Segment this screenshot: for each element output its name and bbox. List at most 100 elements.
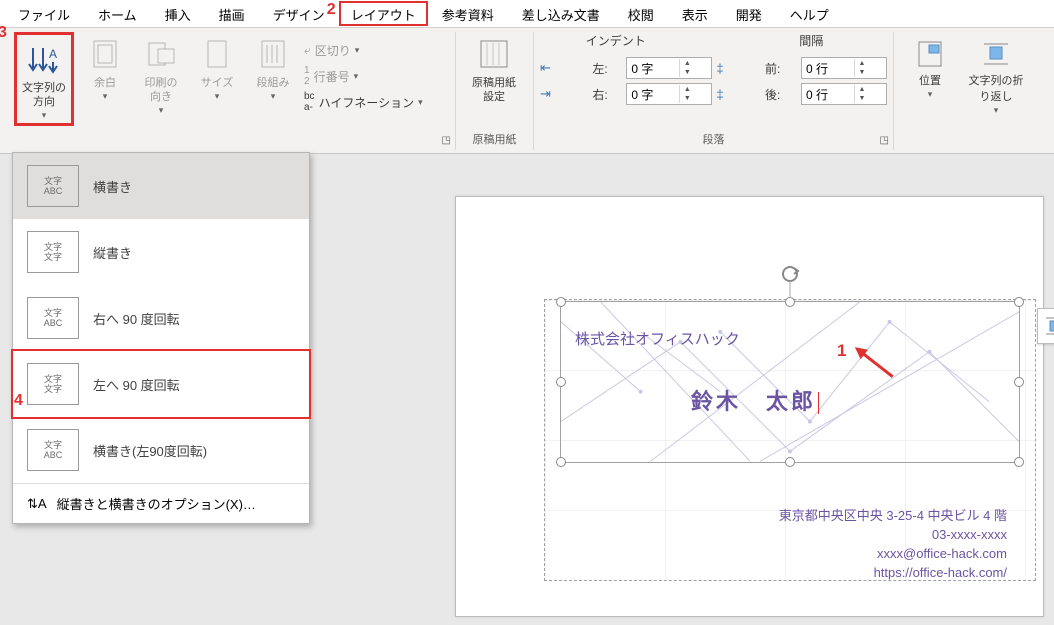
indent-left-icon: ⇤: [540, 60, 588, 76]
preview-horizontal-icon: 文字 ABC: [27, 165, 79, 207]
email-text: xxxx@office-hack.com: [779, 544, 1007, 563]
spacing-before-input[interactable]: ▲▼: [801, 57, 887, 79]
name-text[interactable]: 鈴木 太郎: [691, 384, 819, 416]
preview-horizontal-rotated-icon: 文字 ABC: [27, 429, 79, 471]
text-direction-button-highlight: A 文字列の 方向 ▾: [14, 32, 74, 126]
size-label: サイズ: [192, 76, 242, 90]
spacing-header: 間隔: [744, 32, 880, 49]
orientation-button[interactable]: 印刷の 向き▾: [136, 32, 186, 116]
genko-group-label: 原稿用紙: [456, 131, 533, 150]
text-direction-rotate-left[interactable]: 文字 文字 左へ 90 度回転: [11, 349, 311, 419]
tab-insert[interactable]: 挿入: [151, 1, 205, 27]
rotate-handle[interactable]: [778, 264, 802, 303]
hyphenation-label: ハイフネーション: [319, 94, 415, 111]
preview-rotate-left-icon: 文字 文字: [27, 363, 79, 405]
position-button[interactable]: 位置▾: [900, 32, 960, 100]
spacing-after-input[interactable]: ▲▼: [801, 83, 887, 105]
text-direction-rotate-left-label: 左へ 90 度回転: [93, 375, 180, 394]
text-direction-button[interactable]: A 文字列の 方向 ▾: [19, 37, 69, 121]
group-genko: 原稿用紙 設定 原稿用紙: [456, 32, 534, 150]
annotation-4: 4: [14, 392, 23, 410]
wrap-text-button[interactable]: 文字列の折 り返し▾: [966, 32, 1026, 116]
wrap-text-icon: [966, 36, 1026, 72]
orientation-label: 印刷の 向き: [136, 76, 186, 104]
text-direction-horizontal[interactable]: 文字 ABC 横書き: [13, 153, 309, 219]
text-direction-label: 文字列の 方向: [19, 81, 69, 109]
mesh-background: [561, 302, 1019, 462]
margins-label: 余白: [80, 76, 130, 90]
spacing-before-label: 前:: [765, 60, 797, 77]
tab-developer[interactable]: 開発: [722, 1, 776, 27]
breaks-icon: ⤶: [304, 43, 311, 58]
breaks-button[interactable]: ⤶ 区切り ▾: [304, 38, 423, 62]
orientation-icon: [140, 36, 182, 72]
indent-right-label: 右:: [592, 86, 622, 103]
text-direction-options-label: 縦書きと横書きのオプション(X)…: [57, 494, 256, 513]
spacing-after-value[interactable]: [802, 87, 854, 101]
indent-right-input[interactable]: ▲▼: [626, 83, 712, 105]
annotation-3: 3: [0, 24, 7, 42]
spin-up[interactable]: ▲: [680, 85, 694, 94]
tab-home[interactable]: ホーム: [84, 1, 151, 27]
breaks-label: 区切り: [315, 42, 351, 59]
spacing-after-label: 後:: [765, 86, 797, 103]
tab-layout[interactable]: 2 レイアウト: [339, 1, 428, 26]
position-icon: [900, 36, 960, 72]
ribbon-body: 3 A 文字列の 方向 ▾: [0, 28, 1054, 154]
spin-down[interactable]: ▼: [680, 94, 694, 103]
page-setup-small-rows: ⤶ 区切り ▾ 12 行番号 ▾ bca- ハイフネーション ▾: [304, 38, 423, 114]
preview-rotate-right-icon: 文字 ABC: [27, 297, 79, 339]
text-direction-rotate-right-label: 右へ 90 度回転: [93, 309, 180, 328]
genko-label: 原稿用紙 設定: [462, 76, 526, 104]
text-cursor: [818, 392, 819, 414]
size-icon: [196, 36, 238, 72]
columns-button[interactable]: 段組み▾: [248, 32, 298, 102]
layout-options-button[interactable]: [1037, 308, 1054, 344]
name-text-value: 鈴木 太郎: [691, 389, 816, 414]
spacing-before-value[interactable]: [802, 61, 854, 75]
position-label: 位置: [900, 72, 960, 88]
indent-left-value[interactable]: [627, 61, 679, 75]
genko-button[interactable]: 原稿用紙 設定: [462, 32, 526, 104]
margins-icon: [84, 36, 126, 72]
tab-view[interactable]: 表示: [668, 1, 722, 27]
spin-up[interactable]: ▲: [855, 85, 869, 94]
page-setup-dialog-launcher[interactable]: ◳: [442, 135, 451, 146]
paragraph-dialog-launcher[interactable]: ◳: [880, 135, 889, 146]
text-direction-horizontal-rotated-label: 横書き(左90度回転): [93, 441, 207, 460]
hyphenation-button[interactable]: bca- ハイフネーション ▾: [304, 90, 423, 114]
tab-file[interactable]: ファイル: [4, 1, 84, 27]
paragraph-group-label: 段落: [534, 131, 893, 150]
tab-help[interactable]: ヘルプ: [776, 1, 843, 27]
spin-down[interactable]: ▼: [855, 94, 869, 103]
group-arrange: 位置▾ 文字列の折 り返し▾: [894, 32, 1032, 150]
tab-draw[interactable]: 描画: [205, 1, 259, 27]
text-direction-rotate-right[interactable]: 文字 ABC 右へ 90 度回転: [13, 285, 309, 351]
margins-button[interactable]: 余白▾: [80, 32, 130, 102]
group-paragraph: インデント 間隔 ⇤ 左: ▲▼ ‡ 前: ▲▼ ⇥ 右: ▲▼ ‡ 後:: [534, 32, 894, 150]
name-textbox[interactable]: 株式会社オフィスハック 鈴木 太郎 東京都中央区中央 3-25-4 中央ビル 4…: [560, 301, 1020, 463]
document-canvas[interactable]: 株式会社オフィスハック 鈴木 太郎 東京都中央区中央 3-25-4 中央ビル 4…: [455, 196, 1044, 617]
tab-review[interactable]: 校閲: [614, 1, 668, 27]
tab-mailings[interactable]: 差し込み文書: [508, 1, 614, 27]
text-direction-icon: A: [23, 41, 65, 77]
indent-right-value[interactable]: [627, 87, 679, 101]
spacing-before-icon: ‡: [716, 61, 761, 76]
columns-icon: [252, 36, 294, 72]
columns-label: 段組み: [248, 76, 298, 90]
text-direction-vertical[interactable]: 文字 文字 縦書き: [13, 219, 309, 285]
line-numbers-label: 行番号: [314, 68, 350, 85]
size-button[interactable]: サイズ▾: [192, 32, 242, 102]
text-direction-horizontal-rotated[interactable]: 文字 ABC 横書き(左90度回転): [13, 417, 309, 483]
text-direction-options[interactable]: ⇅A 縦書きと横書きのオプション(X)…: [13, 484, 309, 523]
spin-down[interactable]: ▼: [855, 68, 869, 77]
url-text: https://office-hack.com/: [779, 563, 1007, 582]
line-numbers-button[interactable]: 12 行番号 ▾: [304, 64, 423, 88]
spin-up[interactable]: ▲: [680, 59, 694, 68]
spin-up[interactable]: ▲: [855, 59, 869, 68]
spin-down[interactable]: ▼: [680, 68, 694, 77]
tab-references[interactable]: 参考資料: [428, 1, 508, 27]
group-page-setup: A 文字列の 方向 ▾ 余白▾ 印刷の 向き▾ サイズ▾: [8, 32, 456, 150]
indent-left-input[interactable]: ▲▼: [626, 57, 712, 79]
spacing-after-icon: ‡: [716, 87, 761, 102]
